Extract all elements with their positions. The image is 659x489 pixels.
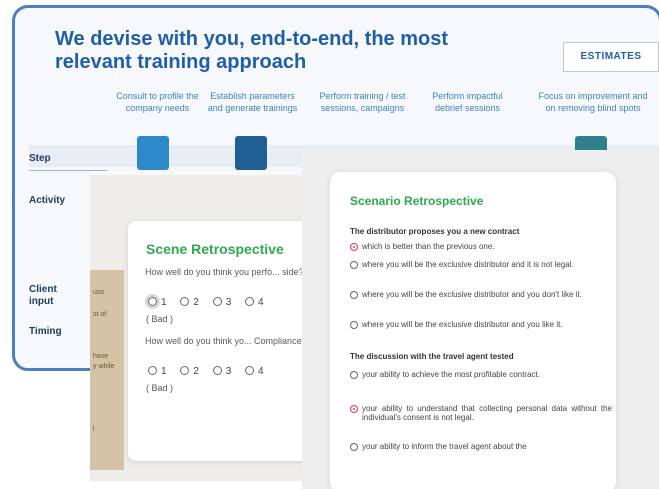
radio-option-4[interactable]: 4 [245,366,264,377]
radio-option[interactable]: your ability to achieve the most profita… [350,370,612,379]
radio-option-3[interactable]: 3 [212,366,231,377]
scenario-retrospective-card: Scenario Retrospective The distributor p… [330,172,616,489]
scenario-title: Scenario Retrospective [350,194,484,208]
radio-option[interactable]: which is better than the previous one. [350,242,612,251]
scene-title: Scene Retrospective [146,241,284,257]
radio-unselected[interactable] [350,443,358,451]
people-icon [235,136,267,170]
buildings-icon [137,136,169,170]
radio-option[interactable]: where you will be the exclusive distribu… [350,260,612,269]
radio-unselected[interactable] [350,321,358,329]
radio-option-1[interactable]: 1 [148,297,167,308]
column-header-debrief: Perform impactful debrief sessions [432,91,503,113]
row-label-activity: Activity [29,195,66,206]
radio-option-3[interactable]: 3 [212,297,231,308]
section-heading-contract: The distributor proposes you a new contr… [350,227,520,236]
side-text: l [93,426,95,433]
radio-option-1[interactable]: 1 [148,366,167,377]
radio-circle[interactable] [245,297,255,306]
radio-unselected[interactable] [350,291,358,299]
column-header-establish: Establish parameters and generate traini… [207,91,298,113]
scenario-screenshot: Scenario Retrospective The distributor p… [302,150,659,489]
radio-circle[interactable] [180,366,190,375]
scene-screenshot: uss st of have y while l Scene Retrospec… [90,175,325,481]
scale-low-label: ( Bad ) [146,383,174,393]
section-heading-travel-agent: The discussion with the travel agent tes… [350,352,514,361]
scale-low-label: ( Bad ) [146,314,174,324]
radio-circle[interactable] [148,366,157,375]
question-1: How well do you think you perfo... side? [145,267,304,277]
column-header-consult: Consult to profile the company needs [116,91,199,113]
row-label-client-input: Client input [29,284,57,307]
radio-option[interactable]: where you will be the exclusive distribu… [350,320,612,329]
radio-circle[interactable] [212,297,222,306]
row-label-step: Step [29,153,51,164]
question-1-options: 1 2 3 4 [148,297,275,308]
question-2-options: 1 2 3 4 [148,366,275,377]
radio-option-2[interactable]: 2 [180,366,199,377]
row-divider [29,170,107,171]
radio-option[interactable]: your ability to understand that collecti… [350,404,612,422]
column-header-perform-training: Perform training / test sessions, campai… [319,91,406,113]
radio-option[interactable]: your ability to inform the travel agent … [350,442,612,451]
radio-selected[interactable] [350,405,358,413]
radio-circle[interactable] [245,366,255,375]
side-info-panel: uss st of have y while l [90,270,124,470]
radio-circle-selected[interactable] [148,297,157,306]
radio-circle[interactable] [180,297,190,306]
slide-title: We devise with you, end-to-end, the most… [55,28,448,73]
column-header-improvement: Focus on improvement and on removing bli… [538,91,648,113]
radio-circle[interactable] [212,366,222,375]
scene-retrospective-card: Scene Retrospective How well do you thin… [128,221,325,461]
radio-option-4[interactable]: 4 [245,297,264,308]
radio-unselected[interactable] [350,261,358,269]
side-text: st of [93,311,107,318]
question-2: How well do you think yo... Compliance s… [145,336,325,346]
estimates-tab[interactable]: ESTIMATES [563,42,659,72]
radio-unselected[interactable] [350,371,358,379]
radio-option-2[interactable]: 2 [180,297,199,308]
side-text: uss [93,289,104,296]
radio-selected[interactable] [350,243,358,251]
side-text: y while [93,363,115,370]
side-text: have [93,353,109,360]
row-label-timing: Timing [29,326,62,337]
radio-option[interactable]: where you will be the exclusive distribu… [350,290,612,299]
